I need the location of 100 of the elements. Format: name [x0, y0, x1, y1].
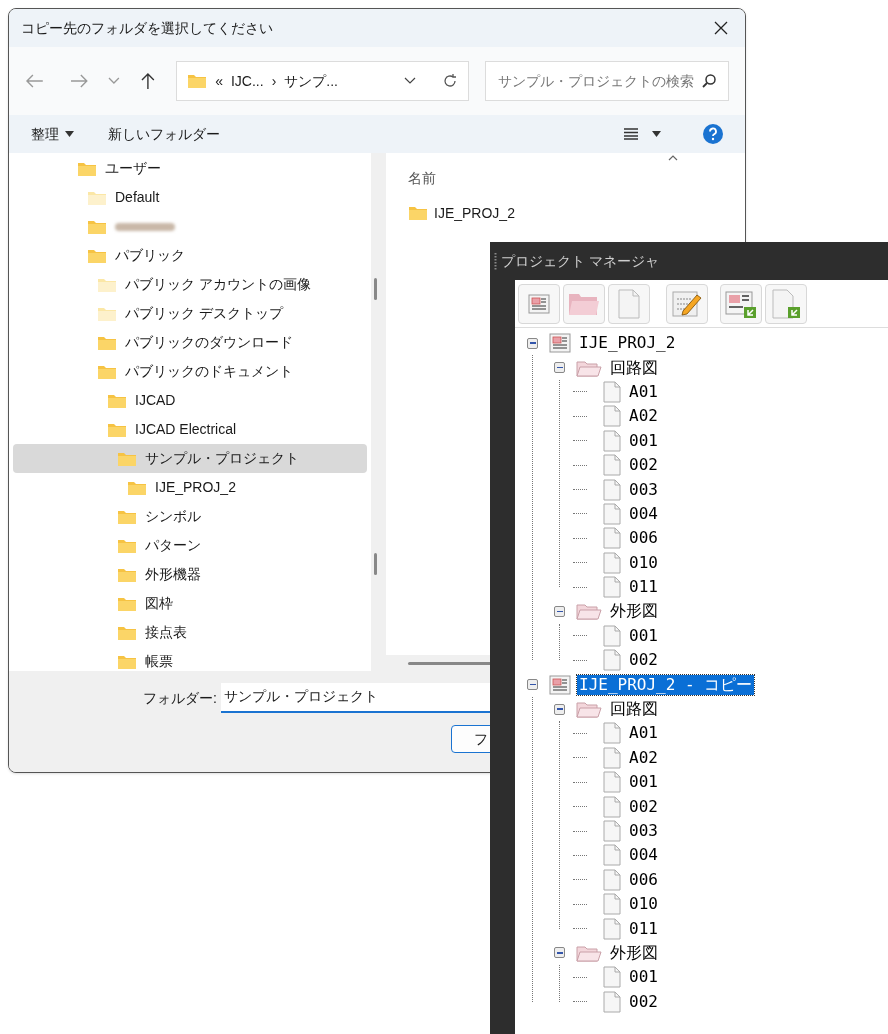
folder-icon [117, 653, 137, 670]
tree-item[interactable]: 001 [627, 772, 660, 793]
folder-icon [87, 218, 107, 235]
folder-icon [107, 392, 127, 409]
search-field[interactable]: サンプル・プロジェクトの検索 [485, 61, 729, 101]
close-icon [714, 21, 728, 35]
tree-item[interactable]: 002 [627, 455, 660, 476]
nav-tree-item[interactable]: パブリックのドキュメント [13, 357, 367, 386]
tree-item[interactable]: 002 [627, 796, 660, 817]
view-menu-button[interactable] [624, 128, 661, 140]
address-segment[interactable]: IJC... [231, 70, 264, 92]
page-icon [603, 527, 621, 550]
toolbar-button[interactable] [666, 283, 708, 324]
search-icon [701, 73, 717, 89]
address-segment[interactable]: › [271, 70, 277, 92]
toolbar-button[interactable] [720, 283, 762, 324]
tree-item[interactable]: A01 [627, 381, 660, 402]
folder-icon [87, 247, 107, 264]
collapse-button[interactable] [554, 362, 565, 374]
page-icon [603, 990, 621, 1013]
collapse-button[interactable] [527, 679, 538, 691]
chevron-down-icon[interactable] [404, 77, 416, 85]
address-segment[interactable]: « [215, 70, 223, 92]
page-icon [603, 502, 621, 525]
address-segment[interactable]: サンプ... [284, 70, 338, 92]
folder-icon [576, 943, 602, 962]
toolbar-button[interactable] [765, 283, 807, 324]
nav-tree-item[interactable]: IJCAD Electrical [13, 415, 367, 444]
tree-item[interactable]: 006 [627, 869, 660, 890]
nav-tree-item[interactable]: 図枠 [13, 589, 367, 618]
toolbar-button[interactable] [518, 283, 560, 324]
page-icon [618, 288, 640, 319]
forward-arrow-icon[interactable] [68, 73, 89, 89]
page-export-icon [771, 288, 801, 319]
collapse-button[interactable] [554, 947, 565, 959]
scrollbar-thumb[interactable] [374, 278, 377, 300]
help-icon[interactable] [703, 124, 723, 144]
tree-item[interactable]: 006 [627, 528, 660, 549]
up-arrow-icon[interactable] [140, 71, 157, 91]
page-icon [603, 820, 621, 842]
nav-tree-item[interactable]: パブリック アカウントの画像 [13, 270, 367, 299]
tree-item[interactable]: 004 [627, 503, 660, 524]
folder-icon [97, 305, 117, 322]
tree-item[interactable]: 010 [627, 552, 660, 573]
tree-item[interactable]: A02 [627, 747, 660, 768]
nav-tree-item[interactable]: パブリックのダウンロード [13, 328, 367, 357]
scrollbar-thumb[interactable] [374, 553, 377, 575]
address-bar[interactable]: « IJC... › サンプ... [176, 61, 469, 101]
tree-item[interactable]: 外形図 [608, 942, 660, 963]
nav-tree-item[interactable]: IJCAD [13, 386, 367, 415]
tree-item[interactable]: 011 [627, 577, 660, 598]
folder-icon [107, 421, 127, 438]
project-icon [528, 293, 550, 314]
tree-item[interactable]: IJE_PROJ_2 - コピー [577, 674, 755, 695]
nav-tree-item[interactable]: Default [13, 183, 367, 212]
tree-item[interactable]: 002 [627, 991, 660, 1012]
folder-icon [97, 363, 117, 380]
project-export-icon [725, 288, 757, 319]
new-folder-button[interactable]: 新しいフォルダー [108, 123, 220, 145]
nav-tree-item[interactable]: パターン [13, 531, 367, 560]
tree-item[interactable]: IJE_PROJ_2 [577, 333, 678, 354]
tree-item[interactable]: 001 [627, 625, 660, 646]
collapse-button[interactable] [554, 703, 565, 715]
tree-item[interactable]: 003 [627, 821, 660, 841]
folder-icon [576, 358, 602, 377]
nav-tree-item[interactable]: パブリック デスクトップ [13, 299, 367, 328]
organize-menu-button[interactable]: 整理 [31, 123, 74, 145]
nav-tree-item[interactable]: 接点表 [13, 618, 367, 647]
project-icon [549, 333, 571, 354]
tree-item[interactable]: 外形図 [608, 601, 660, 622]
tree-item[interactable]: 003 [627, 479, 660, 500]
tree-item[interactable]: 001 [627, 967, 660, 988]
tree-item[interactable]: A01 [627, 723, 660, 744]
tree-item[interactable]: 002 [627, 650, 660, 671]
nav-tree-item[interactable]: ユーザー [13, 154, 367, 183]
tree-item[interactable]: 011 [627, 918, 660, 939]
tree-item[interactable]: 010 [627, 894, 660, 915]
tree-item[interactable]: 004 [627, 845, 660, 866]
grip-icon[interactable] [494, 252, 497, 270]
nav-tree-item[interactable]: 帳票 [13, 647, 367, 671]
page-icon [603, 380, 621, 403]
blurred-label [115, 222, 175, 231]
column-header[interactable]: 名前 [408, 168, 436, 189]
folder-icon [576, 700, 602, 719]
nav-tree-item[interactable]: パブリック [13, 241, 367, 270]
back-arrow-icon[interactable] [25, 73, 45, 89]
nav-tree-item[interactable]: IJE_PROJ_2 [13, 473, 367, 502]
collapse-button[interactable] [527, 337, 538, 349]
folder-icon [187, 73, 208, 89]
file-list-item[interactable]: IJE_PROJ_2 [386, 201, 745, 225]
tree-item[interactable]: 001 [627, 430, 660, 451]
tree-item[interactable]: 回路図 [608, 357, 660, 378]
nav-tree-item[interactable]: サンプル・プロジェクト [13, 444, 367, 473]
refresh-icon[interactable] [442, 73, 458, 89]
panel-title: プロジェクト マネージャ [501, 251, 659, 271]
tree-item[interactable]: A02 [627, 406, 660, 427]
page-icon [603, 771, 621, 794]
collapse-button[interactable] [554, 606, 565, 617]
nav-tree-item[interactable]: 外形機器 [13, 560, 367, 589]
nav-tree-item[interactable]: シンボル [13, 502, 367, 531]
